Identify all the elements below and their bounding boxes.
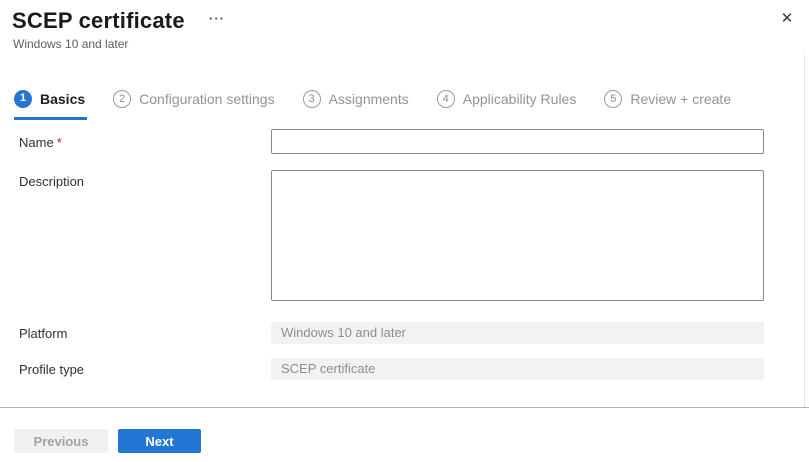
step-number-badge: 3 <box>303 90 321 108</box>
close-button[interactable]: ✕ <box>776 8 798 30</box>
tab-label: Basics <box>40 91 85 107</box>
step-number-badge: 5 <box>604 90 622 108</box>
tab-label: Applicability Rules <box>463 91 577 107</box>
platform-value-field: Windows 10 and later <box>271 322 764 344</box>
platform-subtitle: Windows 10 and later <box>13 37 128 51</box>
description-label: Description <box>19 174 84 189</box>
scep-certificate-wizard-panel: SCEP certificate ··· ✕ Windows 10 and la… <box>0 0 809 462</box>
step-number-badge: 4 <box>437 90 455 108</box>
more-options-button[interactable]: ··· <box>203 8 231 30</box>
name-label: Name* <box>19 135 62 150</box>
scroll-rail-divider <box>804 55 805 407</box>
name-input[interactable] <box>271 129 764 154</box>
platform-label: Platform <box>19 326 67 341</box>
tab-assignments[interactable]: 3 Assignments <box>303 86 411 120</box>
tab-label: Assignments <box>329 91 409 107</box>
next-button[interactable]: Next <box>118 429 201 453</box>
tab-label: Configuration settings <box>139 91 274 107</box>
step-number-badge: 2 <box>113 90 131 108</box>
close-icon: ✕ <box>781 10 794 27</box>
required-asterisk: * <box>57 135 62 150</box>
page-title: SCEP certificate <box>12 8 185 34</box>
tab-applicability-rules[interactable]: 4 Applicability Rules <box>437 86 579 120</box>
profile-type-value-field: SCEP certificate <box>271 358 764 380</box>
tab-review-create[interactable]: 5 Review + create <box>604 86 733 120</box>
step-number-badge: 1 <box>14 90 32 108</box>
ellipsis-icon: ··· <box>209 11 225 26</box>
tab-label: Review + create <box>630 91 731 107</box>
previous-button[interactable]: Previous <box>14 429 108 453</box>
tab-basics[interactable]: 1 Basics <box>14 86 87 120</box>
footer-divider <box>0 407 809 408</box>
tab-configuration-settings[interactable]: 2 Configuration settings <box>113 86 276 120</box>
description-input[interactable] <box>271 170 764 301</box>
wizard-step-tabs: 1 Basics 2 Configuration settings 3 Assi… <box>14 86 733 120</box>
profile-type-label: Profile type <box>19 362 84 377</box>
